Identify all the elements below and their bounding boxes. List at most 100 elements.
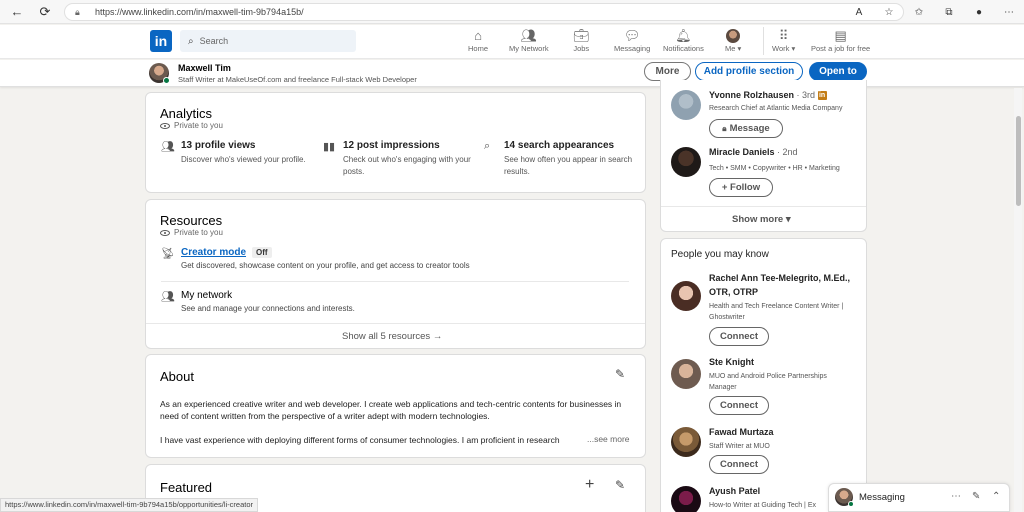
about-text-1: As an experienced creative writer and we… <box>160 399 622 421</box>
person-name[interactable]: Fawad Murtaza <box>709 427 774 437</box>
my-network-row[interactable]: 👥︎ My network See and manage your connec… <box>161 290 621 318</box>
reload-icon[interactable]: ⟳ <box>36 3 54 21</box>
metric-desc: See how often you appear in search resul… <box>504 155 633 176</box>
nav-me-label: Me ▾ <box>725 44 742 53</box>
post-job-icon: ▤ <box>834 28 847 43</box>
more-button[interactable]: More <box>644 62 691 81</box>
analytics-private-label: Private to you <box>174 121 223 130</box>
nav-home-label: Home <box>468 44 489 53</box>
person-name[interactable]: Miracle Daniels <box>709 147 775 157</box>
avatar[interactable] <box>671 90 701 120</box>
profile-sticky-bar: Maxwell Tim Staff Writer at MakeUseOf.co… <box>0 60 1024 87</box>
metric-post-impressions[interactable]: ▮▮ 12 post impressions Check out who's e… <box>323 140 473 180</box>
nav-work-label: Work ▾ <box>772 44 796 53</box>
person-name[interactable]: Ayush Patel <box>709 486 760 496</box>
connect-button[interactable]: Connect <box>709 455 769 474</box>
nav-post-job[interactable]: ▤ Post a job for free <box>811 27 870 53</box>
person-name-2[interactable]: OTR, OTRP <box>709 287 758 297</box>
open-to-button[interactable]: Open to <box>809 62 867 81</box>
favorite-star-icon[interactable]: ☆ <box>874 3 904 21</box>
profile-headline: Staff Writer at MakeUseOf.com and freela… <box>178 75 417 84</box>
address-url: https://www.linkedin.com/in/maxwell-tim-… <box>95 7 304 17</box>
profile-icon[interactable]: ● <box>964 3 994 21</box>
creator-mode-status-badge: Off <box>252 247 272 258</box>
linkedin-logo[interactable]: in <box>150 30 172 52</box>
chevron-up-icon[interactable]: ⌃ <box>992 491 1000 502</box>
compose-icon[interactable]: ✎ <box>972 491 980 502</box>
search-icon: ⌕ <box>484 140 491 152</box>
favorites-icon[interactable]: ✩ <box>904 3 934 21</box>
avatar <box>726 29 741 43</box>
more-menu-icon[interactable]: ⋯ <box>994 3 1024 21</box>
nav-my-network[interactable]: 👥︎ My Network <box>509 27 549 53</box>
person-name-1[interactable]: Rachel Ann Tee-Melegrito, M.Ed., <box>709 273 850 283</box>
featured-title: Featured <box>160 480 213 495</box>
pymk-title: People you may know <box>671 249 769 260</box>
see-more-link[interactable]: ...see more <box>587 434 630 444</box>
home-icon: ⌂ <box>474 28 482 43</box>
person-headline: Tech • SMM • Copywriter • HR • Marketing <box>709 165 840 172</box>
person-name[interactable]: Yvonne Rolzhausen <box>709 90 794 100</box>
show-all-resources-link[interactable]: Show all 5 resources → <box>342 331 442 342</box>
avatar[interactable] <box>671 147 701 177</box>
metric-title: 12 post impressions <box>343 140 440 151</box>
eye-icon <box>160 229 170 236</box>
eye-icon <box>160 122 170 129</box>
nav-notifications[interactable]: 🔔︎ Notifications <box>663 27 704 53</box>
avatar[interactable] <box>671 359 701 389</box>
person-degree: · 2nd <box>774 147 798 157</box>
metric-title: 13 profile views <box>181 140 256 151</box>
add-profile-section-button[interactable]: Add profile section <box>695 62 803 81</box>
search-placeholder: Search <box>199 36 229 46</box>
metric-desc: Check out who's engaging with your posts… <box>343 155 471 176</box>
messaging-overlay[interactable]: Messaging ⋯ ✎ ⌃ <box>828 483 1010 512</box>
message-button[interactable]: 🔒︎ Message <box>709 119 783 138</box>
connect-button[interactable]: Connect <box>709 396 769 415</box>
linkedin-navbar: in ⌕ Search ⌂ Home 👥︎ My Network 💼︎ Jobs… <box>0 25 1024 59</box>
person-name[interactable]: Ste Knight <box>709 357 754 367</box>
grid-icon: ⠿ <box>778 28 789 43</box>
messaging-label: Messaging <box>859 492 905 503</box>
connect-button[interactable]: Connect <box>709 327 769 346</box>
avatar[interactable] <box>671 427 701 457</box>
resources-divider <box>161 281 629 282</box>
message-label: Message <box>729 123 770 134</box>
metric-profile-views[interactable]: 👥︎ 13 profile views Discover who's viewe… <box>161 140 311 180</box>
nav-home[interactable]: ⌂ Home <box>468 27 488 53</box>
back-arrow-icon[interactable]: ← <box>8 3 26 21</box>
nav-work[interactable]: ⠿ Work ▾ <box>772 27 795 53</box>
follow-button[interactable]: + Follow <box>709 178 773 197</box>
chat-icon: 💬︎ <box>623 28 641 43</box>
nav-network-label: My Network <box>509 44 549 53</box>
scrollbar-thumb[interactable] <box>1016 116 1021 206</box>
more-options-icon[interactable]: ⋯ <box>951 491 961 502</box>
nav-messaging[interactable]: 💬︎ Messaging <box>614 27 650 53</box>
edit-pencil-icon[interactable]: ✎ <box>615 478 625 492</box>
address-bar[interactable]: 🔒︎ https://www.linkedin.com/in/maxwell-t… <box>64 3 904 21</box>
nav-me[interactable]: Me ▾ <box>725 27 741 53</box>
satellite-icon: 📡︎ <box>161 248 175 260</box>
online-indicator <box>848 501 854 507</box>
edit-pencil-icon[interactable]: ✎ <box>615 367 625 381</box>
read-aloud-icon[interactable]: A <box>844 3 874 21</box>
avatar[interactable] <box>671 486 701 512</box>
people-icon: 👥︎ <box>161 291 175 303</box>
page-scrollbar[interactable] <box>1014 88 1022 512</box>
search-icon: ⌕ <box>188 35 194 47</box>
creator-mode-row: 📡︎ Creator mode Off Get discovered, showc… <box>161 247 621 275</box>
person-headline-1: MUO and Android Police Partnerships <box>709 373 827 380</box>
add-plus-icon[interactable]: + <box>585 476 594 494</box>
avatar[interactable] <box>671 281 701 311</box>
link-status-bar: https://www.linkedin.com/in/maxwell-tim-… <box>0 498 259 512</box>
metric-search-appearances[interactable]: ⌕ 14 search appearances See how often yo… <box>484 140 634 180</box>
network-icon: 👥︎ <box>520 28 538 43</box>
person-headline: Staff Writer at MUO <box>709 443 770 450</box>
about-title: About <box>160 369 194 384</box>
creator-mode-link[interactable]: Creator mode <box>181 247 246 258</box>
search-input[interactable]: ⌕ Search <box>180 30 356 52</box>
nav-jobs[interactable]: 💼︎ Jobs <box>573 27 590 53</box>
show-more-link[interactable]: Show more ▾ <box>732 214 791 225</box>
my-network-title: My network <box>181 290 233 301</box>
collections-icon[interactable]: ⧉ <box>934 3 964 21</box>
resources-title: Resources <box>160 213 223 228</box>
